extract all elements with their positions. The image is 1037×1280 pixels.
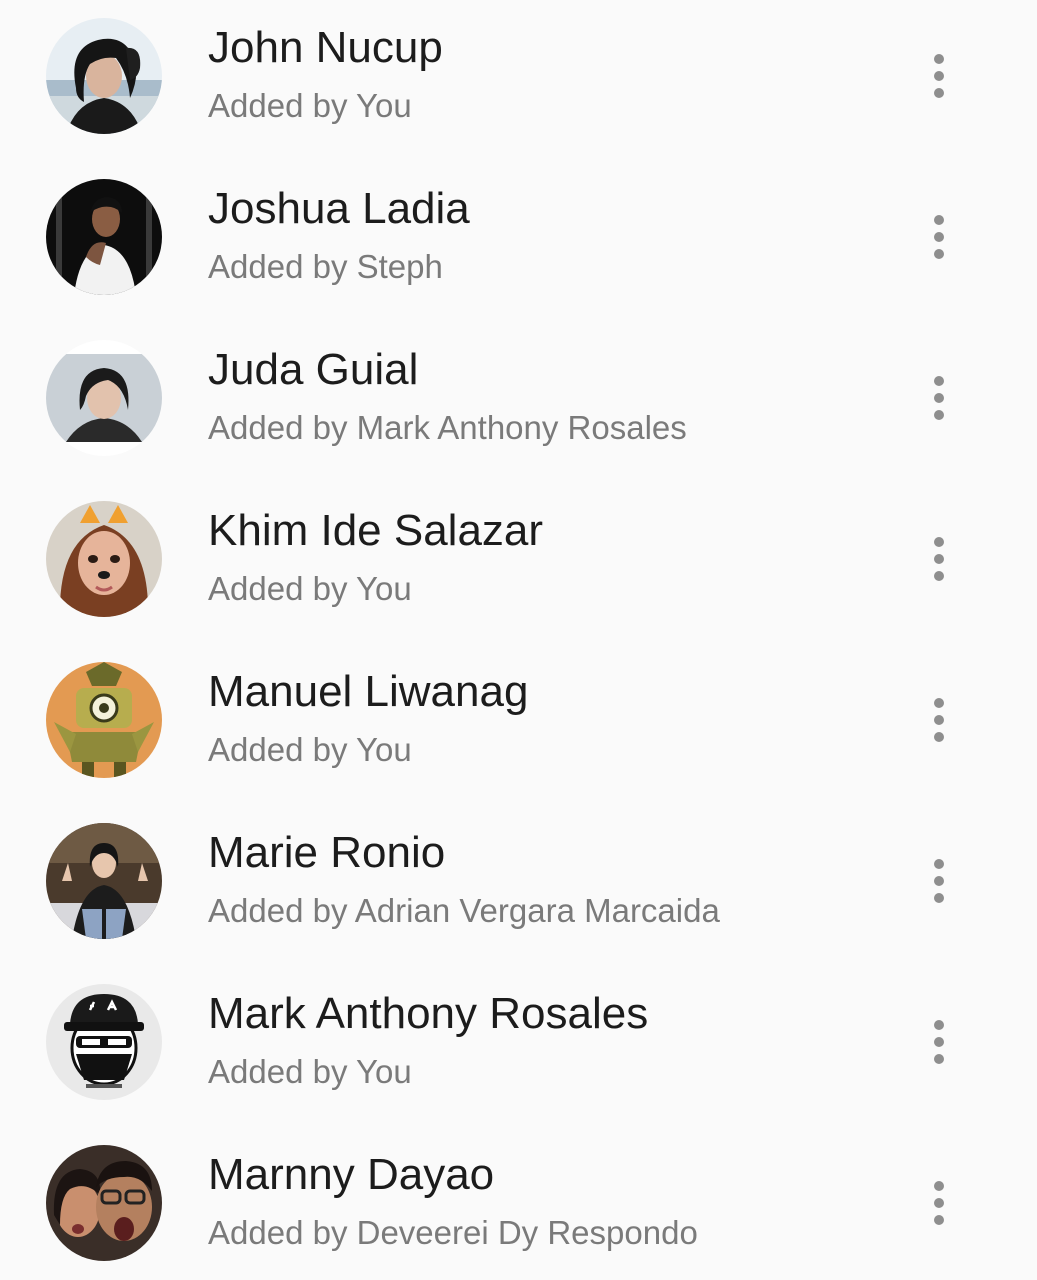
added-by-label: Added by Mark Anthony Rosales [208,409,687,446]
avatar[interactable] [46,1145,162,1261]
member-row[interactable]: Joshua Ladia Added by Steph [0,161,1037,322]
more-options-button[interactable] [914,841,964,921]
added-by-label: Added by You [208,570,412,607]
member-list: John Nucup Added by You Joshua Ladia Add… [0,0,1037,1280]
avatar[interactable] [46,823,162,939]
member-row[interactable]: Marie Ronio Added by Adrian Vergara Marc… [0,805,1037,966]
avatar-illustration-robot [46,662,162,778]
avatar-photo-man-white-shirt [46,179,162,295]
member-row[interactable]: John Nucup Added by You [0,0,1037,161]
member-name: Khim Ide Salazar [208,506,544,555]
avatar[interactable] [46,984,162,1100]
avatar-photo-woman-peace-sign [46,823,162,939]
member-row[interactable]: Manuel Liwanag Added by You [0,644,1037,805]
member-name: Marie Ronio [208,828,446,877]
member-row[interactable]: Marnny Dayao Added by Deveerei Dy Respon… [0,1127,1037,1280]
avatar[interactable] [46,662,162,778]
more-options-button[interactable] [914,1163,964,1243]
member-row[interactable]: Mark Anthony Rosales Added by You [0,966,1037,1127]
avatar[interactable] [46,501,162,617]
more-options-button[interactable] [914,197,964,277]
avatar-photo-woman-portrait [46,340,162,456]
more-options-button[interactable] [914,1002,964,1082]
avatar[interactable] [46,18,162,134]
member-name: Joshua Ladia [208,184,470,233]
avatar-photo-woman-dog-filter [46,501,162,617]
added-by-label: Added by Deveerei Dy Respondo [208,1214,698,1251]
member-row[interactable]: Khim Ide Salazar Added by You [0,483,1037,644]
member-name: Marnny Dayao [208,1150,495,1199]
more-options-button[interactable] [914,358,964,438]
more-options-button[interactable] [914,36,964,116]
avatar-photo-woman-beach [46,18,162,134]
member-name: Manuel Liwanag [208,667,529,716]
member-name: Juda Guial [208,345,419,394]
member-name: John Nucup [208,23,443,72]
avatar-logo-cap-masked-face [46,984,162,1100]
added-by-label: Added by Adrian Vergara Marcaida [208,892,720,929]
more-options-button[interactable] [914,519,964,599]
member-row[interactable]: Juda Guial Added by Mark Anthony Rosales [0,322,1037,483]
added-by-label: Added by You [208,731,412,768]
added-by-label: Added by You [208,87,412,124]
avatar[interactable] [46,340,162,456]
added-by-label: Added by You [208,1053,412,1090]
avatar-photo-couple-selfie [46,1145,162,1261]
more-options-button[interactable] [914,680,964,760]
avatar[interactable] [46,179,162,295]
member-name: Mark Anthony Rosales [208,989,649,1038]
added-by-label: Added by Steph [208,248,443,285]
